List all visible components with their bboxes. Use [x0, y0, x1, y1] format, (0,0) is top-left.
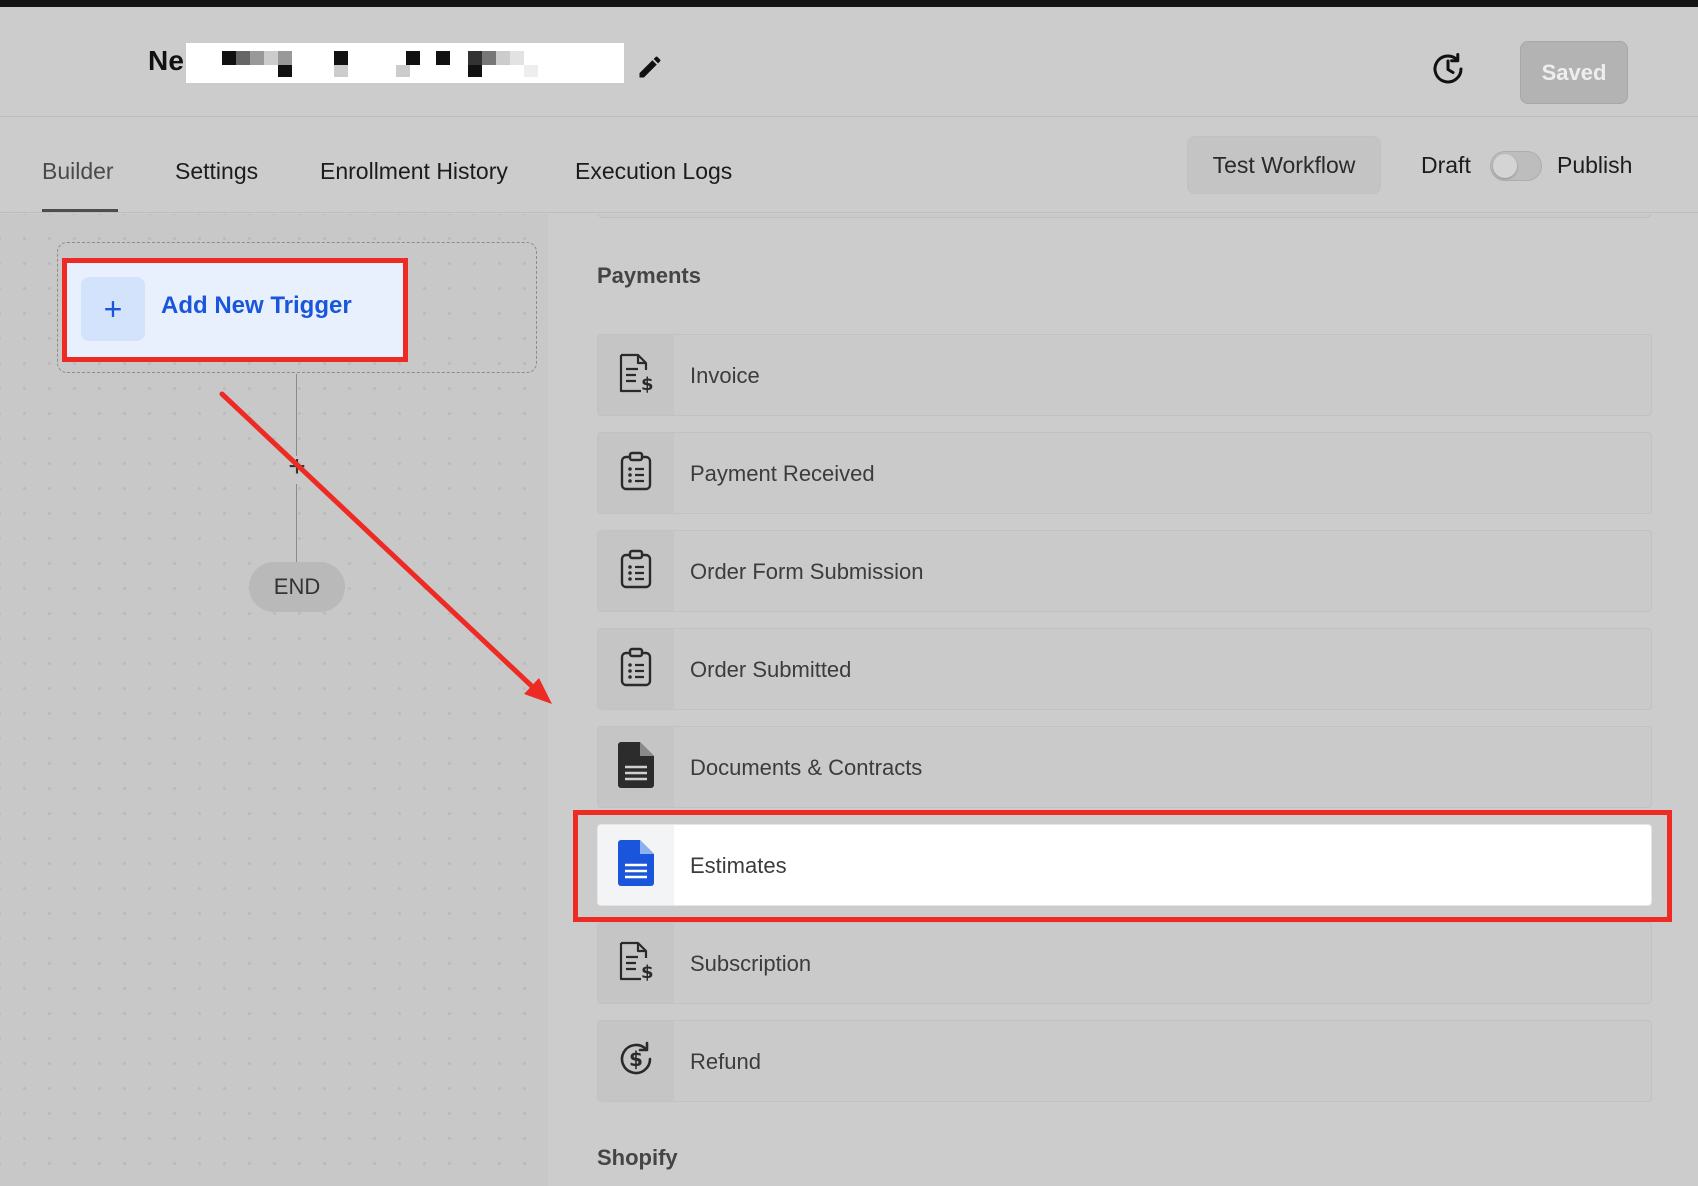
trigger-item-label: Estimates	[690, 853, 787, 878]
publish-toggle[interactable]	[1490, 151, 1542, 181]
previous-item-edge	[597, 214, 1652, 218]
document-icon	[616, 741, 656, 794]
section-title-payments: Payments	[597, 263, 701, 288]
builder-canvas[interactable]: + Add New Trigger + END	[0, 214, 548, 1186]
trigger-item-documents-contracts[interactable]: Documents & Contracts	[597, 726, 1652, 808]
tab-execution-logs[interactable]: Execution Logs	[575, 158, 732, 185]
trigger-item-label: Order Form Submission	[690, 559, 924, 584]
trigger-item-payment-received[interactable]: Payment Received	[597, 432, 1652, 514]
trigger-item-invoice[interactable]: $ Invoice	[597, 334, 1652, 416]
clipboard-list-icon	[619, 549, 653, 594]
toggle-knob	[1493, 154, 1517, 178]
tab-settings[interactable]: Settings	[175, 158, 258, 185]
workflow-header: Ne Saved	[0, 7, 1698, 117]
end-node: END	[249, 562, 345, 612]
draft-label: Draft	[1421, 152, 1471, 178]
publish-label: Publish	[1557, 152, 1633, 178]
add-step-icon[interactable]: +	[283, 452, 311, 482]
test-workflow-button[interactable]: Test Workflow	[1187, 136, 1381, 194]
workflow-tabbar: Builder Settings Enrollment History Exec…	[0, 118, 1698, 213]
add-new-trigger-label: Add New Trigger	[161, 292, 352, 319]
connector-line	[296, 484, 297, 564]
connector-line	[296, 374, 297, 456]
trigger-item-estimates[interactable]: Estimates	[597, 824, 1652, 906]
trigger-item-label: Invoice	[690, 363, 760, 388]
trigger-item-subscription[interactable]: $ Subscription	[597, 922, 1652, 1004]
plus-icon: +	[81, 277, 145, 341]
trigger-item-order-submitted[interactable]: Order Submitted	[597, 628, 1652, 710]
add-new-trigger-button[interactable]: + Add New Trigger	[65, 260, 405, 358]
trigger-list-panel: Payments $ Invoice Payment Received Orde…	[549, 214, 1698, 1186]
tab-builder[interactable]: Builder	[42, 158, 114, 185]
trigger-item-label: Subscription	[690, 951, 812, 976]
refund-dollar-icon: $	[616, 1039, 656, 1084]
pencil-icon[interactable]	[636, 53, 664, 81]
trigger-item-label: Order Submitted	[690, 657, 852, 682]
workflow-title[interactable]: Ne	[148, 45, 184, 77]
tab-enrollment-history[interactable]: Enrollment History	[320, 158, 508, 185]
trigger-item-label: Documents & Contracts	[690, 755, 923, 780]
redacted-title-block	[186, 43, 624, 83]
invoice-dollar-icon: $	[617, 941, 655, 986]
trigger-item-refund[interactable]: $ Refund	[597, 1020, 1652, 1102]
section-title-shopify: Shopify	[597, 1145, 678, 1170]
clipboard-list-icon	[619, 451, 653, 496]
clipboard-list-icon	[619, 647, 653, 692]
trigger-item-label: Payment Received	[690, 461, 875, 486]
svg-text:$: $	[641, 374, 654, 393]
trigger-item-order-form-submission[interactable]: Order Form Submission	[597, 530, 1652, 612]
saved-button[interactable]: Saved	[1520, 41, 1628, 104]
invoice-dollar-icon: $	[617, 353, 655, 398]
svg-text:$: $	[641, 962, 654, 981]
document-icon	[616, 839, 656, 892]
active-tab-indicator	[42, 209, 118, 212]
svg-text:$: $	[629, 1047, 643, 1071]
top-edge-bar	[0, 0, 1698, 7]
history-clock-icon[interactable]	[1428, 49, 1468, 89]
trigger-item-label: Refund	[690, 1049, 761, 1074]
